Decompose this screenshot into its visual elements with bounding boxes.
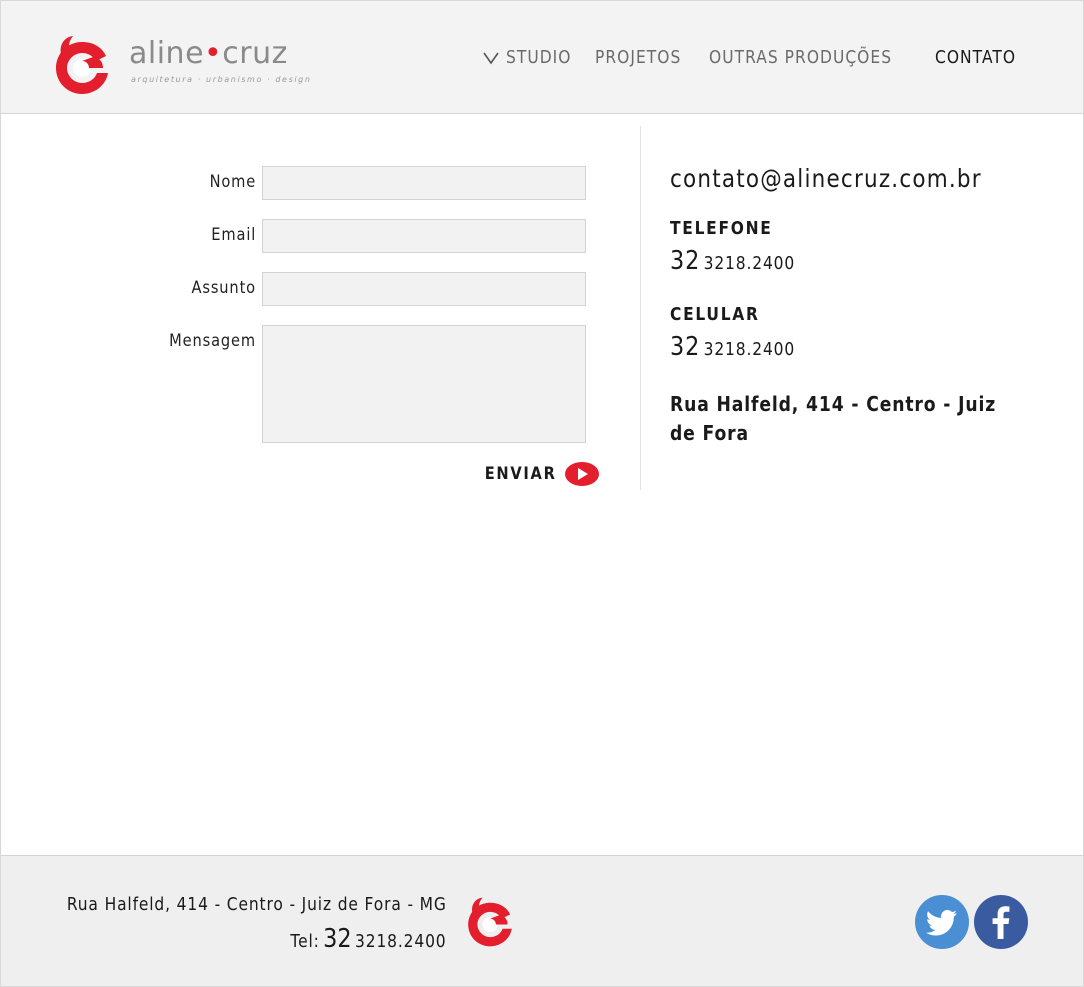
mobile-heading: CELULAR [670, 304, 760, 325]
message-field[interactable] [262, 325, 586, 443]
twitter-icon [925, 910, 957, 936]
footer-area-code: 32 [323, 924, 353, 954]
mobile-area-code: 32 [670, 332, 701, 362]
page-frame [0, 0, 1084, 987]
nav-item-projetos[interactable]: PROJETOS [595, 47, 681, 68]
phone-number: 32 3218.2400 [670, 246, 795, 276]
subject-field[interactable] [262, 272, 586, 306]
message-label: Mensagem [169, 331, 256, 351]
footer-address: Rua Halfeld, 414 - Centro - Juiz de Fora… [67, 894, 447, 915]
play-icon [564, 462, 599, 486]
logo-mark-icon [56, 36, 108, 94]
contact-address: Rua Halfeld, 414 - Centro - Juiz de Fora [670, 392, 997, 445]
name-label: Nome [209, 172, 256, 192]
facebook-icon [992, 906, 1010, 939]
site-header: aline•cruz arquitetura · urbanismo · des… [1, 1, 1083, 114]
nav-item-studio[interactable]: STUDIO [506, 47, 571, 68]
chevron-down-icon[interactable] [482, 51, 500, 65]
submit-label: ENVIAR [484, 464, 557, 484]
column-divider [640, 126, 641, 490]
mobile-digits: 3218.2400 [703, 339, 796, 360]
site-footer: Rua Halfeld, 414 - Centro - Juiz de Fora… [1, 855, 1083, 986]
facebook-link[interactable] [974, 895, 1028, 949]
brand-logo[interactable]: aline•cruz arquitetura · urbanismo · des… [53, 34, 310, 98]
email-field[interactable] [262, 219, 586, 253]
email-label: Email [211, 225, 256, 245]
nav-item-contato[interactable]: CONTATO [935, 47, 1016, 68]
footer-phone: Tel: 32 3218.2400 [291, 924, 447, 954]
footer-tel-label: Tel: [290, 931, 321, 952]
submit-button[interactable]: ENVIAR [473, 462, 599, 486]
phone-heading: TELEFONE [670, 218, 773, 239]
name-field[interactable] [262, 166, 586, 200]
phone-area-code: 32 [670, 246, 701, 276]
footer-logo-icon [468, 897, 512, 947]
nav-item-outras-producoes[interactable]: OUTRAS PRODUÇÕES [709, 47, 892, 68]
brand-name: aline•cruz [129, 36, 288, 71]
brand-tagline: arquitetura · urbanismo · design [131, 75, 312, 84]
main-nav: STUDIO PROJETOS OUTRAS PRODUÇÕES CONTATO [482, 47, 1029, 68]
subject-label: Assunto [191, 278, 256, 298]
twitter-link[interactable] [915, 895, 969, 949]
contact-email-link[interactable]: contato@alinecruz.com.br [670, 164, 982, 193]
footer-phone-digits: 3218.2400 [355, 931, 447, 952]
mobile-number: 32 3218.2400 [670, 332, 795, 362]
phone-digits: 3218.2400 [703, 253, 796, 274]
